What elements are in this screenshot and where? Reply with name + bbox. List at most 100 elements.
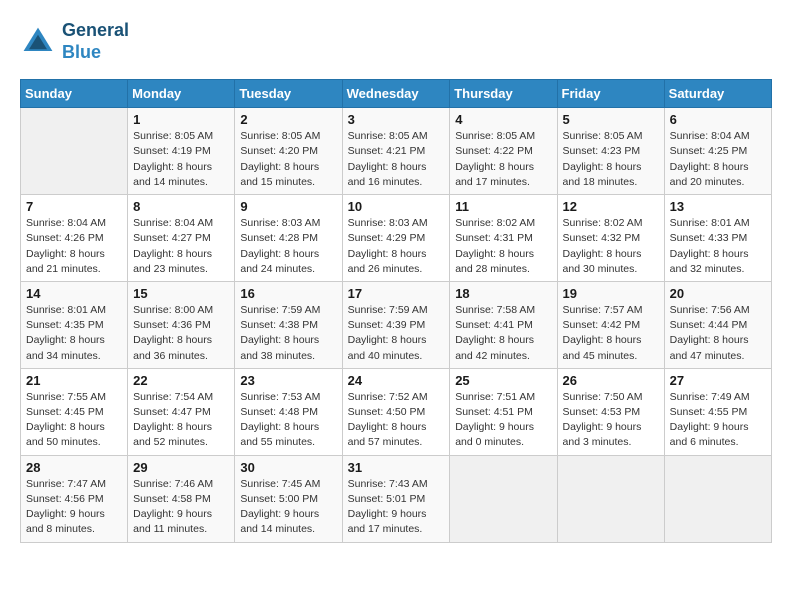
day-cell: 4 Sunrise: 8:05 AMSunset: 4:22 PMDaylight…	[450, 108, 557, 195]
day-detail: Sunrise: 7:45 AMSunset: 5:00 PMDaylight:…	[240, 477, 336, 538]
day-detail: Sunrise: 7:56 AMSunset: 4:44 PMDaylight:…	[670, 303, 766, 364]
day-number: 12	[563, 199, 659, 214]
day-cell: 18 Sunrise: 7:58 AMSunset: 4:41 PMDayligh…	[450, 281, 557, 368]
day-detail: Sunrise: 7:43 AMSunset: 5:01 PMDaylight:…	[348, 477, 445, 538]
day-detail: Sunrise: 8:05 AMSunset: 4:19 PMDaylight:…	[133, 129, 229, 190]
day-detail: Sunrise: 8:03 AMSunset: 4:28 PMDaylight:…	[240, 216, 336, 277]
logo: General Blue	[20, 20, 129, 63]
week-row-2: 7 Sunrise: 8:04 AMSunset: 4:26 PMDaylight…	[21, 195, 772, 282]
day-number: 11	[455, 199, 551, 214]
day-number: 7	[26, 199, 122, 214]
col-header-saturday: Saturday	[664, 80, 771, 108]
day-number: 4	[455, 112, 551, 127]
day-cell: 5 Sunrise: 8:05 AMSunset: 4:23 PMDaylight…	[557, 108, 664, 195]
day-cell	[557, 455, 664, 542]
day-cell: 16Sunrise: 7:59 AMSunset: 4:38 PMDayligh…	[235, 281, 342, 368]
day-cell: 20Sunrise: 7:56 AMSunset: 4:44 PMDayligh…	[664, 281, 771, 368]
day-detail: Sunrise: 7:51 AMSunset: 4:51 PMDaylight:…	[455, 390, 551, 451]
day-cell: 14 Sunrise: 8:01 AMSunset: 4:35 PMDayligh…	[21, 281, 128, 368]
day-detail: Sunrise: 7:49 AMSunset: 4:55 PMDaylight:…	[670, 390, 766, 451]
day-detail: Sunrise: 8:01 AMSunset: 4:35 PMDaylight:…	[26, 303, 122, 364]
day-cell: 19 Sunrise: 7:57 AMSunset: 4:42 PMDayligh…	[557, 281, 664, 368]
day-detail: Sunrise: 7:55 AMSunset: 4:45 PMDaylight:…	[26, 390, 122, 451]
day-detail: Sunrise: 8:04 AMSunset: 4:27 PMDaylight:…	[133, 216, 229, 277]
day-number: 19	[563, 286, 659, 301]
day-number: 22	[133, 373, 229, 388]
day-cell: 29 Sunrise: 7:46 AMSunset: 4:58 PMDayligh…	[128, 455, 235, 542]
day-cell	[450, 455, 557, 542]
day-detail: Sunrise: 7:59 AMSunset: 4:38 PMDaylight:…	[240, 303, 336, 364]
day-cell: 7 Sunrise: 8:04 AMSunset: 4:26 PMDaylight…	[21, 195, 128, 282]
day-number: 2	[240, 112, 336, 127]
day-number: 30	[240, 460, 336, 475]
day-cell: 13 Sunrise: 8:01 AMSunset: 4:33 PMDayligh…	[664, 195, 771, 282]
day-cell: 9 Sunrise: 8:03 AMSunset: 4:28 PMDaylight…	[235, 195, 342, 282]
day-detail: Sunrise: 8:05 AMSunset: 4:22 PMDaylight:…	[455, 129, 551, 190]
day-cell: 21 Sunrise: 7:55 AMSunset: 4:45 PMDayligh…	[21, 368, 128, 455]
col-header-thursday: Thursday	[450, 80, 557, 108]
page-header: General Blue	[20, 20, 772, 63]
day-detail: Sunrise: 8:04 AMSunset: 4:26 PMDaylight:…	[26, 216, 122, 277]
day-number: 26	[563, 373, 659, 388]
day-detail: Sunrise: 8:00 AMSunset: 4:36 PMDaylight:…	[133, 303, 229, 364]
day-detail: Sunrise: 7:47 AMSunset: 4:56 PMDaylight:…	[26, 477, 122, 538]
day-cell: 15 Sunrise: 8:00 AMSunset: 4:36 PMDayligh…	[128, 281, 235, 368]
day-detail: Sunrise: 7:52 AMSunset: 4:50 PMDaylight:…	[348, 390, 445, 451]
day-cell: 27Sunrise: 7:49 AMSunset: 4:55 PMDayligh…	[664, 368, 771, 455]
day-number: 14	[26, 286, 122, 301]
col-header-friday: Friday	[557, 80, 664, 108]
logo-icon	[20, 24, 56, 60]
day-number: 31	[348, 460, 445, 475]
day-number: 28	[26, 460, 122, 475]
day-detail: Sunrise: 7:57 AMSunset: 4:42 PMDaylight:…	[563, 303, 659, 364]
day-detail: Sunrise: 8:04 AMSunset: 4:25 PMDaylight:…	[670, 129, 766, 190]
day-cell: 10 Sunrise: 8:03 AMSunset: 4:29 PMDayligh…	[342, 195, 450, 282]
day-number: 24	[348, 373, 445, 388]
day-detail: Sunrise: 7:53 AMSunset: 4:48 PMDaylight:…	[240, 390, 336, 451]
day-number: 8	[133, 199, 229, 214]
day-detail: Sunrise: 8:05 AMSunset: 4:21 PMDaylight:…	[348, 129, 445, 190]
day-cell: 26Sunrise: 7:50 AMSunset: 4:53 PMDayligh…	[557, 368, 664, 455]
day-number: 6	[670, 112, 766, 127]
day-cell: 31 Sunrise: 7:43 AMSunset: 5:01 PMDayligh…	[342, 455, 450, 542]
day-number: 29	[133, 460, 229, 475]
day-cell: 30 Sunrise: 7:45 AMSunset: 5:00 PMDayligh…	[235, 455, 342, 542]
day-cell	[21, 108, 128, 195]
day-cell: 2 Sunrise: 8:05 AMSunset: 4:20 PMDaylight…	[235, 108, 342, 195]
col-header-monday: Monday	[128, 80, 235, 108]
day-number: 18	[455, 286, 551, 301]
logo-text: General Blue	[62, 20, 129, 63]
day-detail: Sunrise: 8:01 AMSunset: 4:33 PMDaylight:…	[670, 216, 766, 277]
day-cell: 3 Sunrise: 8:05 AMSunset: 4:21 PMDaylight…	[342, 108, 450, 195]
day-number: 5	[563, 112, 659, 127]
day-detail: Sunrise: 7:46 AMSunset: 4:58 PMDaylight:…	[133, 477, 229, 538]
week-row-4: 21 Sunrise: 7:55 AMSunset: 4:45 PMDayligh…	[21, 368, 772, 455]
calendar-header-row: SundayMondayTuesdayWednesdayThursdayFrid…	[21, 80, 772, 108]
day-detail: Sunrise: 8:05 AMSunset: 4:20 PMDaylight:…	[240, 129, 336, 190]
day-cell: 17 Sunrise: 7:59 AMSunset: 4:39 PMDayligh…	[342, 281, 450, 368]
day-detail: Sunrise: 8:03 AMSunset: 4:29 PMDaylight:…	[348, 216, 445, 277]
day-detail: Sunrise: 8:02 AMSunset: 4:31 PMDaylight:…	[455, 216, 551, 277]
col-header-wednesday: Wednesday	[342, 80, 450, 108]
day-number: 17	[348, 286, 445, 301]
day-number: 15	[133, 286, 229, 301]
day-number: 21	[26, 373, 122, 388]
day-cell	[664, 455, 771, 542]
day-detail: Sunrise: 7:59 AMSunset: 4:39 PMDaylight:…	[348, 303, 445, 364]
day-cell: 12Sunrise: 8:02 AMSunset: 4:32 PMDayligh…	[557, 195, 664, 282]
day-detail: Sunrise: 8:05 AMSunset: 4:23 PMDaylight:…	[563, 129, 659, 190]
day-number: 10	[348, 199, 445, 214]
day-cell: 1Sunrise: 8:05 AMSunset: 4:19 PMDaylight…	[128, 108, 235, 195]
day-cell: 23Sunrise: 7:53 AMSunset: 4:48 PMDayligh…	[235, 368, 342, 455]
day-number: 9	[240, 199, 336, 214]
day-detail: Sunrise: 7:58 AMSunset: 4:41 PMDaylight:…	[455, 303, 551, 364]
week-row-1: 1Sunrise: 8:05 AMSunset: 4:19 PMDaylight…	[21, 108, 772, 195]
day-cell: 8 Sunrise: 8:04 AMSunset: 4:27 PMDaylight…	[128, 195, 235, 282]
day-cell: 11 Sunrise: 8:02 AMSunset: 4:31 PMDayligh…	[450, 195, 557, 282]
col-header-tuesday: Tuesday	[235, 80, 342, 108]
day-cell: 25Sunrise: 7:51 AMSunset: 4:51 PMDayligh…	[450, 368, 557, 455]
day-detail: Sunrise: 7:54 AMSunset: 4:47 PMDaylight:…	[133, 390, 229, 451]
day-number: 13	[670, 199, 766, 214]
day-number: 3	[348, 112, 445, 127]
day-cell: 24 Sunrise: 7:52 AMSunset: 4:50 PMDayligh…	[342, 368, 450, 455]
